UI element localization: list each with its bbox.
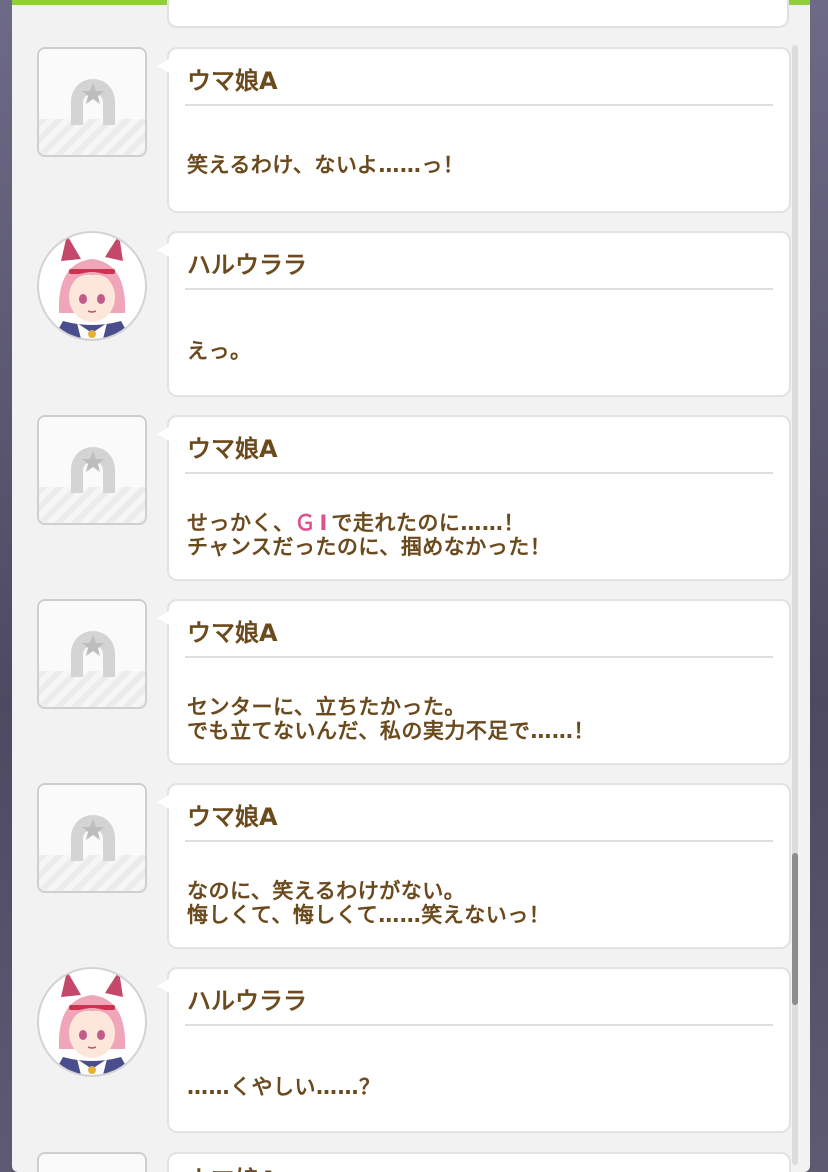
message-text: えっ。 (187, 339, 252, 363)
speaker-name: ウマ娘A (187, 67, 278, 95)
horseshoe-placeholder-icon (37, 47, 147, 157)
speaker-name: ウマ娘A (187, 619, 278, 647)
message-text-line: チャンスだったのに、掴めなかった！ (187, 535, 552, 559)
message-bubble: ウマ娘A センターに、立ちたかった。 でも立てないんだ、私の実力不足で……！ (157, 599, 791, 765)
previous-message-bubble (167, 0, 789, 28)
divider (185, 840, 773, 842)
speaker-name: ウマ娘A (187, 803, 278, 831)
message-row: ハルウララ えっ。 (12, 231, 810, 397)
message-row: ウマ娘A 笑えるわけ、ないよ……っ！ (12, 47, 810, 213)
message-text-line: でも立てないんだ、私の実力不足で……！ (187, 719, 595, 743)
message-text: ……くやしい……？ (187, 1075, 381, 1099)
message-row: ウマ娘A せっかく、ＧⅠで走れたのに……！ チャンスだったのに、掴めなかった！ (12, 415, 810, 581)
divider (185, 472, 773, 474)
message-bubble: ハルウララ えっ。 (157, 231, 791, 397)
message-row: ウマ娘A センターに、立ちたかった。 でも立てないんだ、私の実力不足で……！ (12, 599, 810, 765)
speaker-name: ハルウララ (187, 251, 307, 279)
haru-urara-avatar (37, 231, 147, 341)
haru-urara-avatar (37, 967, 147, 1077)
horseshoe-placeholder-icon (37, 599, 147, 709)
divider (185, 1024, 773, 1026)
divider (185, 104, 773, 106)
horseshoe-placeholder-icon (37, 415, 147, 525)
speaker-name: ハルウララ (187, 987, 307, 1015)
scrollbar-thumb[interactable] (792, 853, 798, 1005)
divider (185, 656, 773, 658)
message-row: ウマ娘A なのに、笑えるわけがない。 悔しくて、悔しくて……笑えないっ！ (12, 783, 810, 949)
message-row: ハルウララ ……くやしい……？ (12, 967, 810, 1133)
background-left (0, 0, 12, 1172)
dialogue-log-panel[interactable]: ウマ娘A 笑えるわけ、ないよ……っ！ ハルウララ えっ。 ウマ娘A せっかく、Ｇ… (12, 0, 810, 1172)
message-text: 笑えるわけ、ないよ……っ！ (187, 153, 465, 177)
horseshoe-placeholder-icon (37, 1152, 147, 1172)
message-bubble: ウマ娘A なのに、笑えるわけがない。 悔しくて、悔しくて……笑えないっ！ (157, 783, 791, 949)
message-text-line: 悔しくて、悔しくて……笑えないっ！ (187, 903, 551, 927)
divider (185, 288, 773, 290)
speaker-name: ウマ娘A (187, 1160, 278, 1172)
message-bubble: ウマ娘A せっかく、ＧⅠで走れたのに……！ チャンスだったのに、掴めなかった！ (157, 415, 791, 581)
message-bubble-partial: ウマ娘A (167, 1152, 791, 1172)
horseshoe-placeholder-icon (37, 783, 147, 893)
message-bubble: ウマ娘A 笑えるわけ、ないよ……っ！ (157, 47, 791, 213)
message-bubble: ハルウララ ……くやしい……？ (157, 967, 791, 1133)
speaker-name: ウマ娘A (187, 435, 278, 463)
background-right (810, 0, 828, 1172)
